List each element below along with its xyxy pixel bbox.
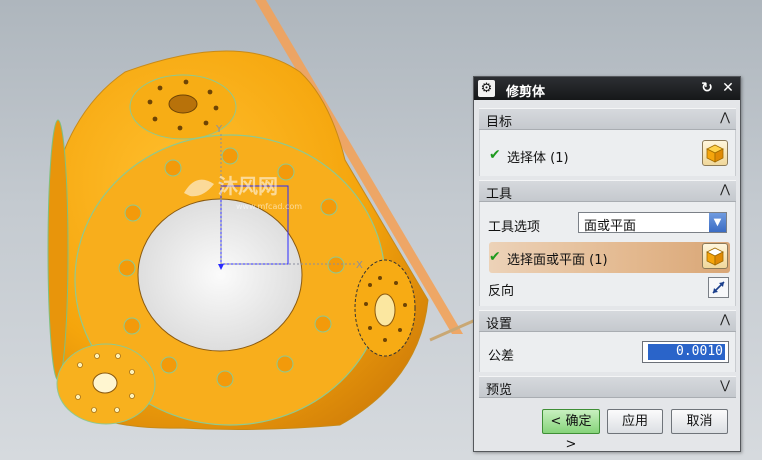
tolerance-value[interactable]: 0.0010 <box>648 344 725 360</box>
checkmark-icon: ✔ <box>489 147 501 163</box>
watermark-url: www.mfcad.com <box>236 202 302 211</box>
tool-option-value: 面或平面 <box>584 219 637 234</box>
left-flange <box>47 119 69 381</box>
cancel-button[interactable]: 取消 <box>671 409 728 434</box>
section-target-label: 目标 <box>486 115 513 130</box>
chevron-up-icon[interactable]: ⋀ <box>720 182 730 196</box>
apply-button[interactable]: 应用 <box>607 409 663 434</box>
checkmark-icon: ✔ <box>489 249 501 265</box>
trim-body-dialog: ⚙ 修剪体 ↻ ✕ 目标 ⋀ ✔ 选择体 (1) 工具 ⋀ 工具选项 面或平面 … <box>473 76 741 452</box>
watermark-name: 沐风网 <box>218 174 278 198</box>
select-face-label[interactable]: 选择面或平面 (1) <box>507 249 608 268</box>
axis-y-label: Y <box>215 124 223 135</box>
chevron-down-icon[interactable]: ⋁ <box>720 378 730 392</box>
select-body-button[interactable] <box>702 140 728 166</box>
reverse-direction-label: 反向 <box>488 284 515 299</box>
ok-button[interactable]: < 确定 > <box>542 409 600 452</box>
close-icon[interactable]: ✕ <box>719 79 737 97</box>
section-settings-header[interactable]: 设置 ⋀ <box>479 310 736 332</box>
section-tool-label: 工具 <box>486 187 513 202</box>
bottom-left-flange-hole <box>92 372 118 394</box>
dialog-title: 修剪体 <box>506 85 546 100</box>
front-flange-bore <box>137 198 303 352</box>
select-face-button[interactable] <box>702 243 728 269</box>
section-tool-header[interactable]: 工具 ⋀ <box>479 180 736 202</box>
section-preview-header[interactable]: 预览 ⋁ <box>479 376 736 398</box>
chevron-up-icon[interactable]: ⋀ <box>720 110 730 124</box>
select-body-label[interactable]: 选择体 (1) <box>507 147 569 166</box>
right-flange-hole <box>374 293 396 327</box>
tool-option-select[interactable]: 面或平面 ▼ <box>578 212 727 234</box>
axis-x-label: X <box>356 260 363 271</box>
reset-icon[interactable]: ↻ <box>698 79 716 97</box>
tolerance-input[interactable]: 0.0010 <box>642 341 729 363</box>
gear-icon[interactable]: ⚙ <box>478 80 495 97</box>
cube-icon <box>706 144 724 163</box>
section-settings-label: 设置 <box>486 317 513 332</box>
flip-direction-icon <box>712 281 725 294</box>
dialog-titlebar[interactable]: ⚙ 修剪体 ↻ ✕ <box>474 77 740 100</box>
tolerance-label: 公差 <box>488 349 515 364</box>
chevron-up-icon[interactable]: ⋀ <box>720 312 730 326</box>
tool-option-label: 工具选项 <box>488 220 541 235</box>
face-cube-icon <box>706 247 724 266</box>
top-flange-hole <box>168 94 198 114</box>
section-target-header[interactable]: 目标 ⋀ <box>479 108 736 130</box>
section-preview-label: 预览 <box>486 383 513 398</box>
chevron-down-icon[interactable]: ▼ <box>709 213 726 232</box>
reverse-direction-button[interactable] <box>708 277 729 298</box>
